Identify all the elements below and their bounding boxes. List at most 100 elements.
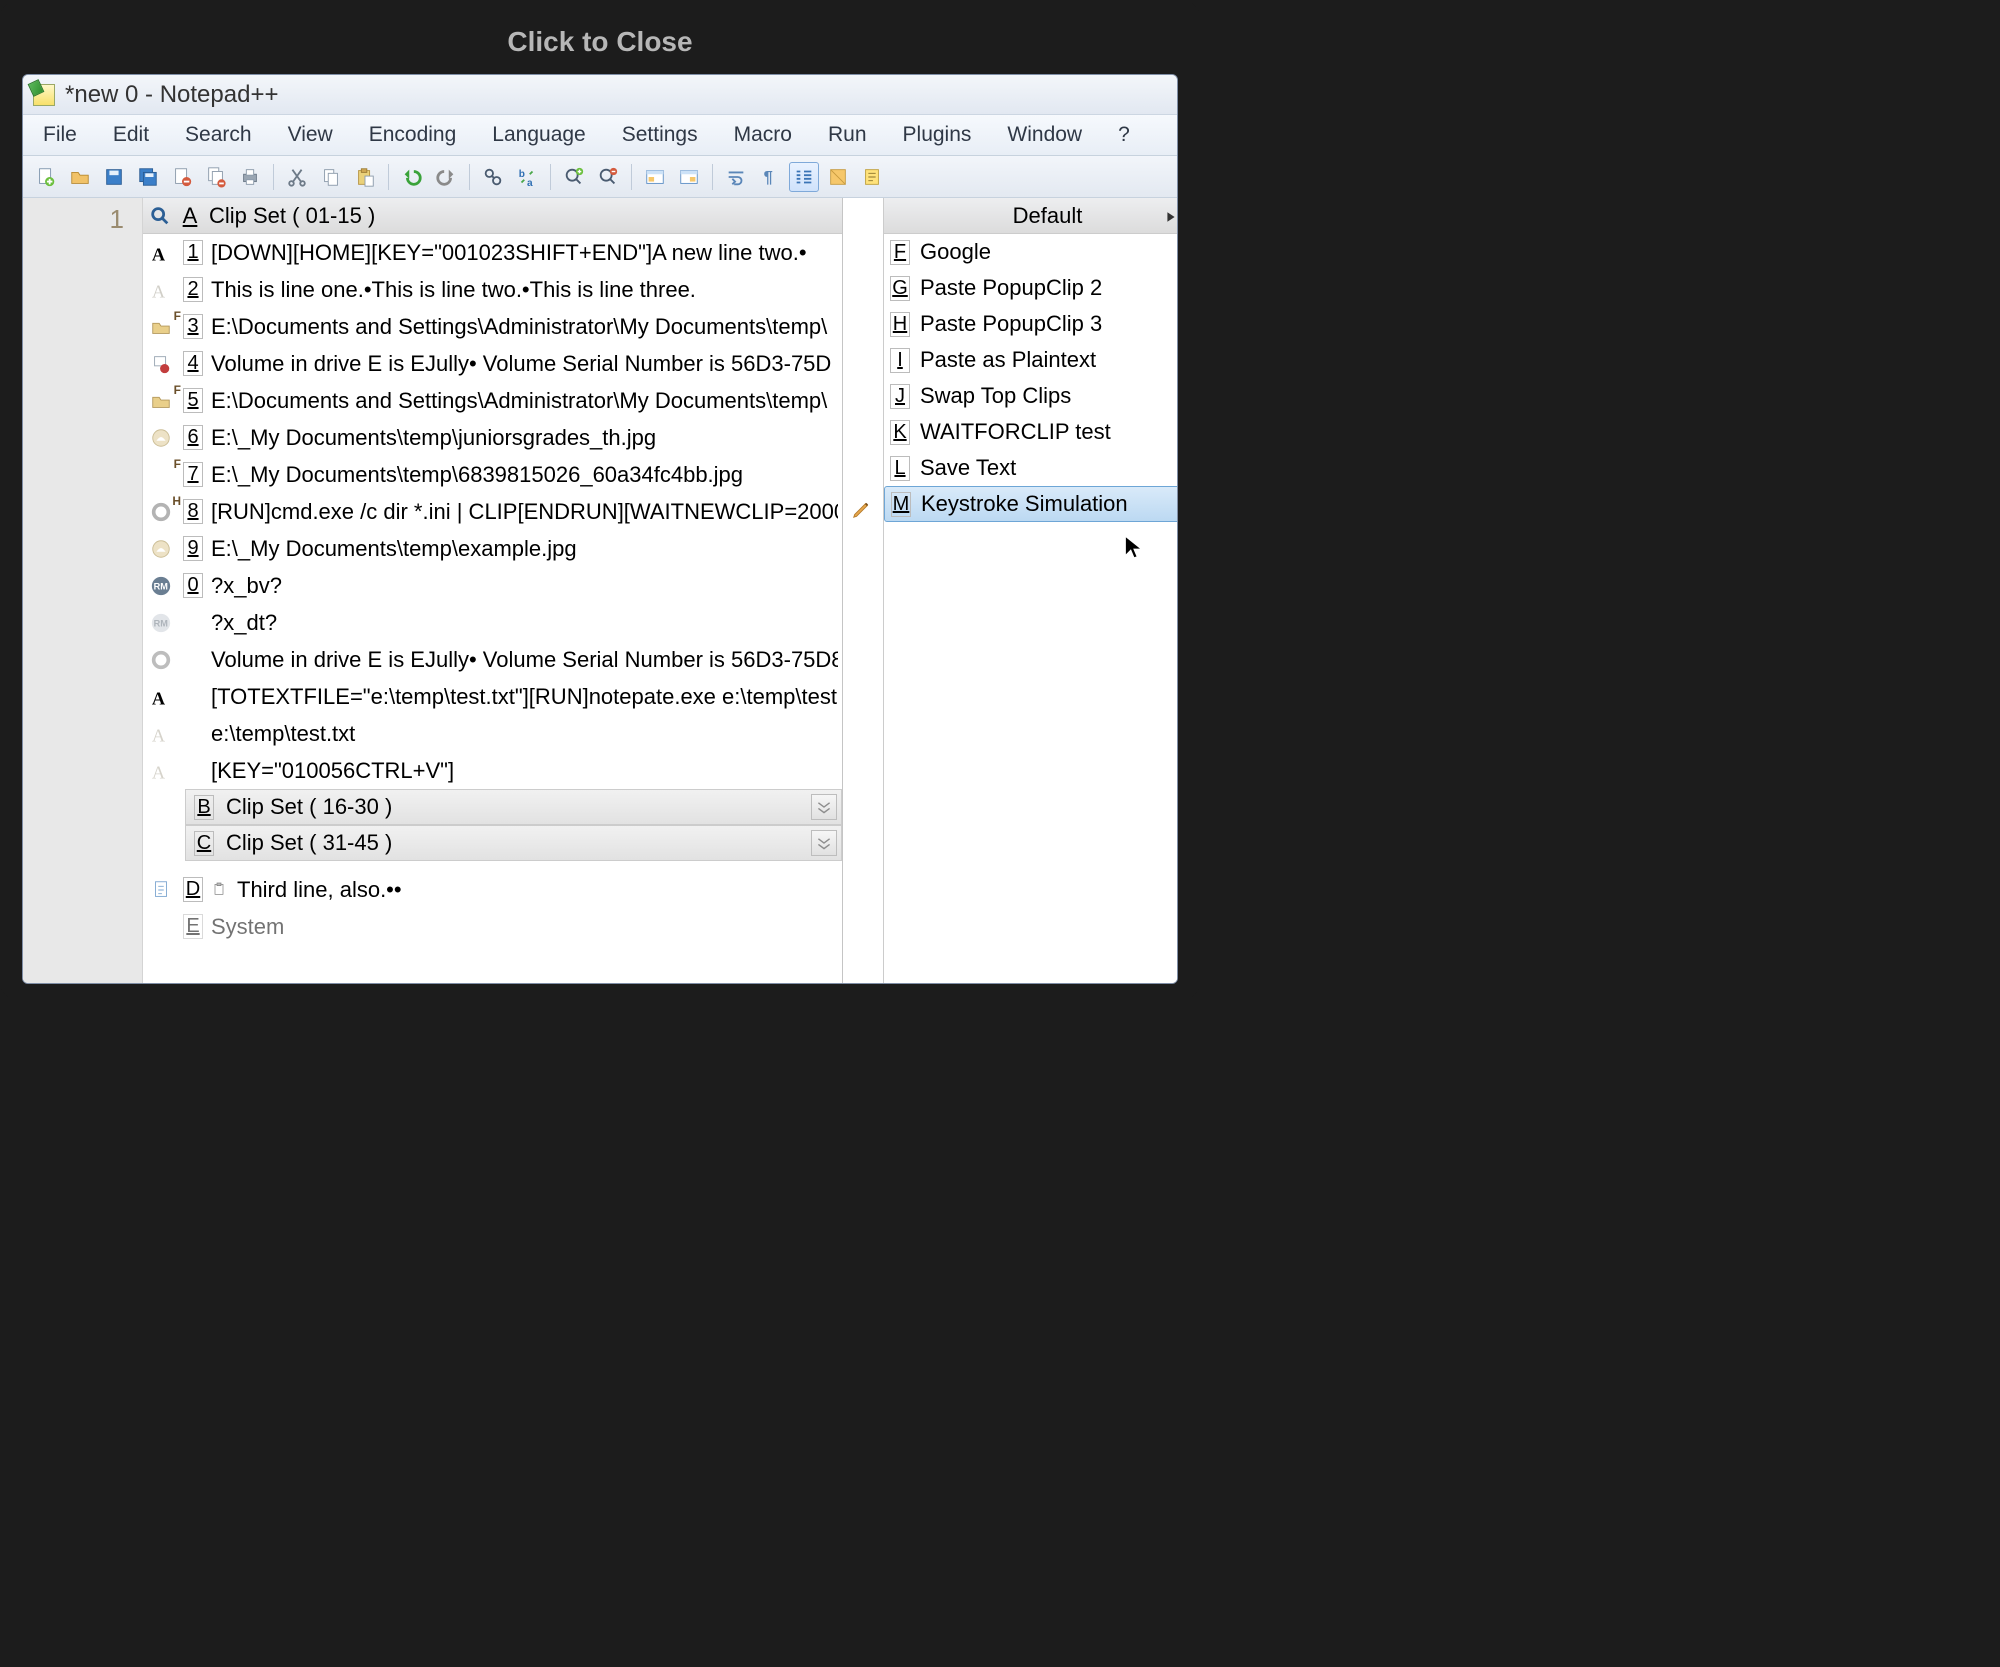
svg-text:¶: ¶	[764, 168, 773, 186]
menu-plugins[interactable]: Plugins	[889, 119, 986, 151]
save-icon[interactable]	[99, 162, 129, 192]
sync-vscroll-icon[interactable]	[640, 162, 670, 192]
clip-item[interactable]: A 2 This is line one.•This is line two.•…	[143, 271, 842, 308]
right-menu-item[interactable]: KWAITFORCLIP test	[884, 414, 1178, 450]
menu-file[interactable]: File	[29, 119, 91, 151]
clip-index: 3	[183, 314, 203, 339]
menu-window[interactable]: Window	[993, 119, 1096, 151]
toolbar-separator	[550, 164, 551, 190]
search-icon	[149, 205, 171, 227]
clip-item[interactable]: RM ?x_dt?	[143, 604, 842, 641]
clip-subset-label: Clip Set ( 16-30 )	[226, 794, 392, 820]
clip-item[interactable]: E System	[143, 908, 842, 945]
clip-index: D	[183, 877, 203, 902]
save-all-icon[interactable]	[133, 162, 163, 192]
toolbar-separator	[469, 164, 470, 190]
close-file-icon[interactable]	[167, 162, 197, 192]
clip-index: 6	[183, 425, 203, 450]
editor-content[interactable]: A Clip Set ( 01-15 ) A 1 [DOWN][HOME][KE…	[143, 198, 1177, 984]
clip-index: 4	[183, 351, 203, 376]
clip-item[interactable]: A [TOTEXTFILE="e:\temp\test.txt"][RUN]no…	[143, 678, 842, 715]
right-menu-item-selected[interactable]: MKeystroke Simulation	[884, 486, 1178, 522]
copy-icon[interactable]	[316, 162, 346, 192]
wordwrap-icon[interactable]	[721, 162, 751, 192]
clip-index: 1	[183, 240, 203, 265]
menu-search[interactable]: Search	[171, 119, 266, 151]
menu-hotkey: H	[890, 312, 910, 337]
right-submenu-header[interactable]: Default	[884, 198, 1178, 234]
clip-item[interactable]: 6 E:\_My Documents\temp\juniorsgrades_th…	[143, 419, 842, 456]
user-lang-icon[interactable]	[823, 162, 853, 192]
note-icon	[147, 352, 175, 376]
clip-item[interactable]: A e:\temp\test.txt	[143, 715, 842, 752]
undo-icon[interactable]	[397, 162, 427, 192]
clip-item[interactable]: RM 0 ?x_bv?	[143, 567, 842, 604]
clip-subset[interactable]: B Clip Set ( 16-30 )	[185, 789, 842, 825]
clip-item[interactable]: 5 E:\Documents and Settings\Administrato…	[143, 382, 842, 419]
right-menu-item[interactable]: JSwap Top Clips	[884, 378, 1178, 414]
clip-item[interactable]: A 1 [DOWN][HOME][KEY="001023SHIFT+END"]A…	[143, 234, 842, 271]
print-icon[interactable]	[235, 162, 265, 192]
click-to-close-banner[interactable]: Click to Close	[22, 26, 1178, 58]
text-bold-icon: A	[147, 241, 175, 265]
close-all-icon[interactable]	[201, 162, 231, 192]
clip-text: E:\_My Documents\temp\juniorsgrades_th.j…	[211, 425, 838, 451]
replace-icon[interactable]: ba	[512, 162, 542, 192]
right-menu-item[interactable]: GPaste PopupClip 2	[884, 270, 1178, 306]
clip-item[interactable]: Volume in drive E is EJully• Volume Seri…	[143, 641, 842, 678]
menu-settings[interactable]: Settings	[608, 119, 712, 151]
menu-run[interactable]: Run	[814, 119, 881, 151]
rm-badge-icon: RM	[147, 574, 175, 598]
menu-view[interactable]: View	[274, 119, 347, 151]
clip-index: 0	[183, 573, 203, 598]
clip-item[interactable]: 3 E:\Documents and Settings\Administrato…	[143, 308, 842, 345]
line-number-gutter: 1	[23, 198, 143, 984]
clip-text: [DOWN][HOME][KEY="001023SHIFT+END"]A new…	[211, 240, 838, 266]
notepadpp-icon	[33, 84, 55, 106]
line-number: 1	[23, 204, 124, 235]
clipboard-icon	[211, 877, 229, 903]
paste-icon[interactable]	[350, 162, 380, 192]
clip-text: Third line, also.••	[237, 877, 838, 903]
chevron-down-icon[interactable]	[811, 830, 837, 856]
open-file-icon[interactable]	[65, 162, 95, 192]
clip-set-header[interactable]: A Clip Set ( 01-15 )	[143, 198, 842, 234]
svg-text:A: A	[152, 688, 166, 708]
clip-index: 7	[183, 462, 203, 487]
svg-text:A: A	[152, 244, 166, 264]
ring-icon	[147, 648, 175, 672]
menu-language[interactable]: Language	[478, 119, 599, 151]
clip-item[interactable]: 8 [RUN]cmd.exe /c dir *.ini | CLIP[ENDRU…	[143, 493, 842, 530]
clip-item[interactable]: 9 E:\_My Documents\temp\example.jpg	[143, 530, 842, 567]
menu-help[interactable]: ?	[1104, 119, 1144, 151]
doc-map-icon[interactable]	[857, 162, 887, 192]
find-icon[interactable]	[478, 162, 508, 192]
redo-icon[interactable]	[431, 162, 461, 192]
right-menu-item[interactable]: LSave Text	[884, 450, 1178, 486]
clip-item[interactable]: D Third line, also.••	[143, 871, 842, 908]
clip-item[interactable]: 7 E:\_My Documents\temp\6839815026_60a34…	[143, 456, 842, 493]
cut-icon[interactable]	[282, 162, 312, 192]
menu-hotkey: F	[890, 240, 910, 265]
text-light-icon: A	[147, 278, 175, 302]
clip-item[interactable]: 4 Volume in drive E is EJully• Volume Se…	[143, 345, 842, 382]
right-menu-item[interactable]: FGoogle	[884, 234, 1178, 270]
sync-hscroll-icon[interactable]	[674, 162, 704, 192]
zoom-out-icon[interactable]	[593, 162, 623, 192]
chevron-down-icon[interactable]	[811, 794, 837, 820]
clip-subset[interactable]: C Clip Set ( 31-45 )	[185, 825, 842, 861]
window-title: *new 0 - Notepad++	[65, 81, 278, 109]
clip-subset-label: Clip Set ( 31-45 )	[226, 830, 392, 856]
zoom-in-icon[interactable]	[559, 162, 589, 192]
show-all-chars-icon[interactable]: ¶	[755, 162, 785, 192]
new-file-icon[interactable]	[31, 162, 61, 192]
menu-macro[interactable]: Macro	[720, 119, 806, 151]
clip-index: 5	[183, 388, 203, 413]
photo-icon	[147, 537, 175, 561]
clip-item[interactable]: A [KEY="010056CTRL+V"]	[143, 752, 842, 789]
menu-edit[interactable]: Edit	[99, 119, 163, 151]
right-menu-item[interactable]: IPaste as Plaintext	[884, 342, 1178, 378]
menu-encoding[interactable]: Encoding	[355, 119, 471, 151]
indent-guide-icon[interactable]	[789, 162, 819, 192]
right-menu-item[interactable]: HPaste PopupClip 3	[884, 306, 1178, 342]
